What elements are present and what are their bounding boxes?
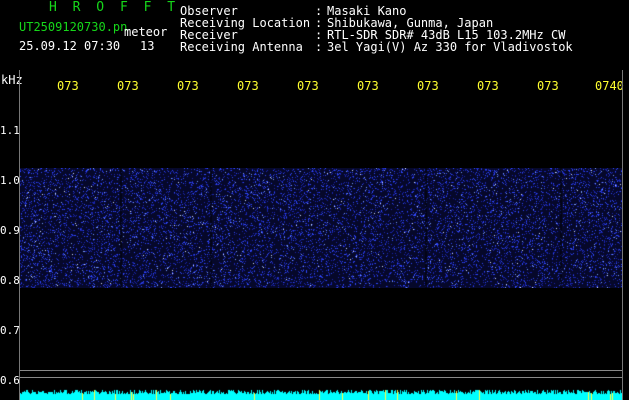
header: H R O F F T UT2509120730.pn meteor 25.09… bbox=[0, 0, 629, 62]
time-tick: 073 bbox=[237, 79, 259, 93]
spectrogram-noise-band bbox=[20, 168, 622, 288]
time-tick: 073 bbox=[117, 79, 139, 93]
time-tick: 073 bbox=[57, 79, 79, 93]
info-separator: : bbox=[315, 40, 323, 54]
time-tick: 073 bbox=[537, 79, 559, 93]
signal-level-band bbox=[20, 388, 622, 400]
file-name: UT2509120730.pn bbox=[19, 20, 128, 34]
time-tick: 0740 bbox=[595, 79, 624, 93]
plot-right-border bbox=[622, 70, 623, 400]
freq-tick: 0.6 bbox=[0, 374, 20, 387]
freq-tick: 0.9 bbox=[0, 224, 20, 237]
reference-line bbox=[20, 370, 622, 371]
antenna-label: Receiving Antenna bbox=[180, 40, 303, 54]
time-tick: 073 bbox=[297, 79, 319, 93]
meteor-label: meteor bbox=[124, 25, 168, 39]
capture-date: 25.09.12 07:30 bbox=[19, 39, 121, 53]
freq-tick: 1.1 bbox=[0, 124, 20, 137]
app-logo: H R O F F T bbox=[49, 0, 180, 15]
meteor-count: 13 bbox=[140, 39, 155, 53]
freq-tick: 0.8 bbox=[0, 274, 20, 287]
time-tick: 073 bbox=[177, 79, 199, 93]
antenna-value: 3el Yagi(V) Az 330 for Vladivostok bbox=[327, 40, 573, 54]
time-tick: 073 bbox=[357, 79, 379, 93]
time-tick: 073 bbox=[477, 79, 499, 93]
time-tick: 073 bbox=[417, 79, 439, 93]
freq-tick: 1.0 bbox=[0, 174, 20, 187]
freq-tick: 0.7 bbox=[0, 324, 20, 337]
reference-line bbox=[20, 377, 622, 378]
